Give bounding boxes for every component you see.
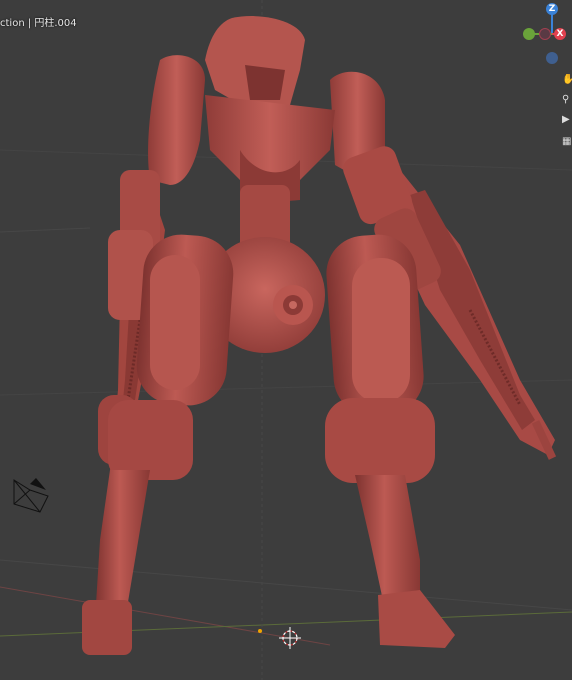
gizmo-x-axis[interactable]: X: [554, 28, 566, 40]
head-torso: [205, 16, 335, 260]
gizmo-neg-x-axis[interactable]: [539, 28, 551, 40]
navigation-gizmo[interactable]: Z X: [520, 0, 572, 70]
perspective-toggle-icon[interactable]: ▦: [562, 136, 572, 148]
camera-view-icon[interactable]: ▶: [562, 114, 572, 126]
camera-object[interactable]: [13, 478, 49, 513]
viewport-scene[interactable]: [0, 0, 572, 680]
3d-viewport[interactable]: ction | 円柱.004 Z X ✋ ⚲ ▶ ▦: [0, 0, 572, 680]
zoom-icon[interactable]: ⚲: [562, 94, 572, 106]
mech-robot-model[interactable]: [82, 16, 557, 655]
gizmo-y-axis[interactable]: [523, 28, 535, 40]
gizmo-z-axis[interactable]: Z: [546, 3, 558, 15]
3d-cursor[interactable]: [279, 627, 301, 649]
hand-pan-icon[interactable]: ✋: [562, 74, 572, 86]
object-info-label: ction | 円柱.004: [0, 18, 77, 29]
origin-point: [258, 629, 262, 633]
